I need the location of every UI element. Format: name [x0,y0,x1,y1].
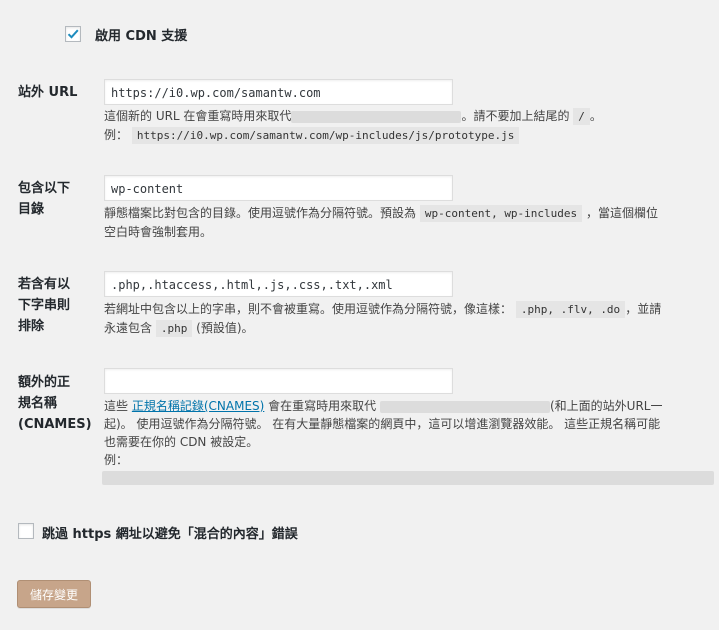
include-dirs-description: 靜態檔案比對包含的目錄。使用逗號作為分隔符號。預設為 wp-content, w… [104,204,704,241]
exclude-example-code: .php, .flv, .do [515,301,626,318]
skip-https-checkbox[interactable] [18,523,34,539]
exclude-label-line1: 若含有以 [18,277,71,292]
exclude-description: 若網址中包含以上的字串，則不會被重寫。使用逗號作為分隔符號，像這樣： .php,… [104,300,704,338]
include-dirs-label: 包含以下 目錄 [18,178,70,220]
offsite-url-description: 這個新的 URL 在會重寫時用來取代 。請不要加上結尾的 /。 [104,107,704,126]
exclude-desc-line2-suffix: (預設值)。 [196,321,254,335]
cnames-label-line3: (CNAMES) [18,417,92,432]
php-code: .php [155,320,193,337]
offsite-url-desc-prefix: 這個新的 URL 在會重寫時用來取代 [104,109,292,123]
skip-https-label[interactable]: 跳過 https 網址以避免「混合的內容」錯誤 [42,523,298,542]
cnames-example-label: 例： [104,453,129,467]
offsite-url-example: 例： https://i0.wp.com/samantw.com/wp-incl… [104,126,704,145]
example-url-code: https://i0.wp.com/samantw.com/wp-include… [131,127,520,144]
example-label: 例： [104,128,129,142]
redacted-url [291,110,462,123]
exclude-label: 若含有以 下字串則 排除 [18,274,70,337]
redacted-example [102,471,714,485]
slash-code: / [573,108,590,125]
cnames-description: 這些 正規名稱記錄(CNAMES) 會在重寫時用來取代 (和上面的站外URL一 … [104,397,709,469]
cnames-desc-line3: 也需要在你的 CDN 被設定。 [104,435,259,449]
offsite-url-desc-end: 。 [589,109,602,123]
offsite-url-input[interactable]: https://i0.wp.com/samantw.com [104,79,453,105]
include-dirs-label-line2: 目錄 [18,202,45,217]
cnames-desc-after-blur: (和上面的站外URL一 [550,399,663,413]
exclude-label-line3: 排除 [18,319,45,334]
offsite-url-label: 站外 URL [18,85,78,100]
cnames-desc-line2: 起)。 使用逗號作為分隔符號。 在有大量靜態檔案的網頁中，這可以增進瀏覽器效能。… [104,417,661,431]
exclude-input[interactable]: .php,.htaccess,.html,.js,.css,.txt,.xml [104,271,453,297]
exclude-desc-line2-prefix: 永遠包含 [104,321,153,335]
include-dirs-label-line1: 包含以下 [18,181,71,196]
include-dirs-desc-line2: 空白時會強制套用。 [104,225,213,239]
include-dirs-desc-part2: ，當這個欄位 [586,206,659,220]
checkmark-icon [67,29,79,39]
include-dirs-desc-part1: 靜態檔案比對包含的目錄。使用逗號作為分隔符號。預設為 [104,206,417,220]
cnames-desc-prefix: 這些 [104,399,129,413]
cnames-label-line1: 額外的正 [18,375,71,390]
cnames-link[interactable]: 正規名稱記錄(CNAMES) [132,399,264,413]
default-dirs-code: wp-content, wp-includes [419,205,583,222]
cnames-desc-mid: 會在重寫時用來取代 [268,399,377,413]
cnames-input[interactable] [104,368,453,394]
include-dirs-input[interactable]: wp-content [104,175,453,201]
cnames-label: 額外的正 規名稱 (CNAMES) [18,372,92,435]
exclude-label-line2: 下字串則 [18,298,71,313]
redacted-domain [380,400,550,413]
enable-cdn-label[interactable]: 啟用 CDN 支援 [95,25,187,44]
exclude-desc-part1: 若網址中包含以上的字串，則不會被重寫。使用逗號作為分隔符號，像這樣： [104,302,513,316]
cnames-label-line2: 規名稱 [18,396,58,411]
save-changes-button[interactable]: 儲存變更 [17,580,91,608]
enable-cdn-checkbox[interactable] [65,26,81,42]
offsite-url-desc-suffix: 。請不要加上結尾的 [461,109,570,123]
exclude-desc-part2: ，並請 [625,302,662,316]
